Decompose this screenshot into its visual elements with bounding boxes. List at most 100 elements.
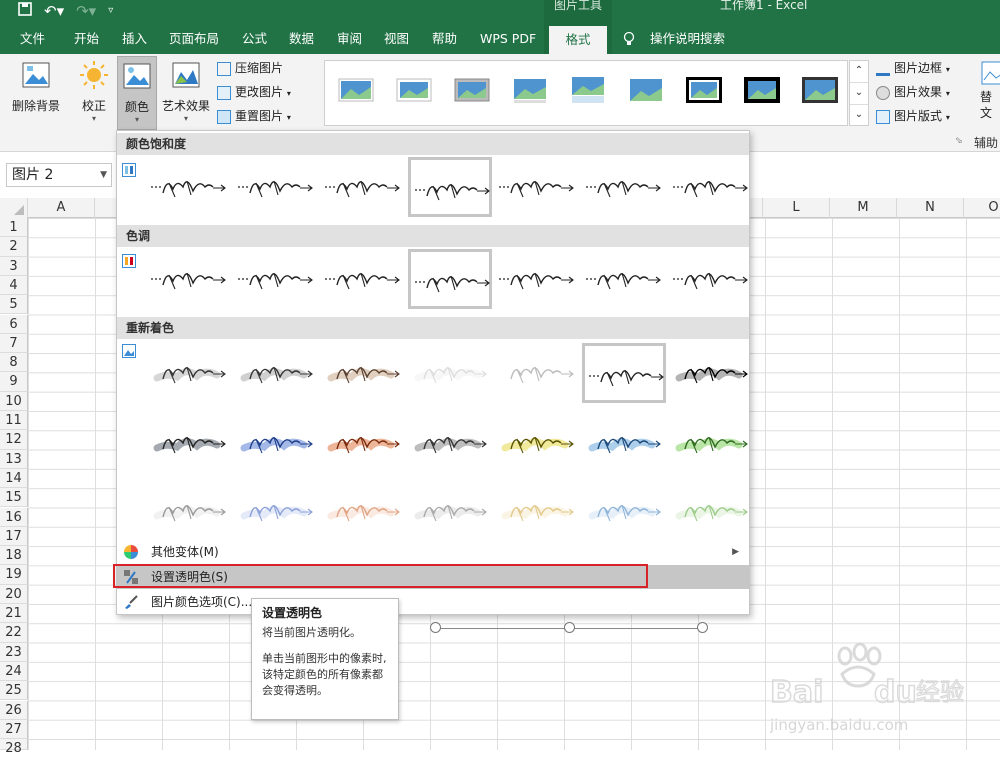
row-header[interactable]: 21: [0, 604, 28, 624]
row-header[interactable]: 27: [0, 719, 28, 740]
color-tone-option[interactable]: [147, 249, 231, 309]
compress-pictures-button[interactable]: 压缩图片: [217, 58, 283, 78]
picture-style-thumb[interactable]: [395, 75, 433, 105]
saturation-option[interactable]: [147, 157, 231, 217]
row-header[interactable]: 2: [0, 237, 28, 257]
row-header[interactable]: 18: [0, 546, 28, 566]
tab-insert[interactable]: 插入: [122, 24, 147, 54]
tab-page-layout[interactable]: 页面布局: [169, 24, 219, 54]
row-header[interactable]: 28: [0, 739, 28, 756]
name-box[interactable]: 图片 2 ▼: [6, 163, 112, 187]
resize-handle[interactable]: [564, 622, 575, 633]
row-header[interactable]: 10: [0, 391, 28, 411]
remove-background-button[interactable]: 删除背景: [6, 60, 66, 120]
save-icon[interactable]: [18, 2, 32, 20]
row-header[interactable]: 26: [0, 700, 28, 720]
saturation-option[interactable]: [408, 157, 492, 217]
saturation-option[interactable]: [234, 157, 318, 217]
tell-me-search[interactable]: 操作说明搜索: [650, 24, 725, 54]
gallery-scroll-up-icon[interactable]: ⌃: [850, 61, 868, 83]
recolor-option[interactable]: [669, 343, 753, 403]
color-tone-option[interactable]: [582, 249, 666, 309]
gallery-more-icon[interactable]: ⌄: [850, 105, 868, 127]
picture-style-thumb[interactable]: [511, 75, 549, 105]
row-header[interactable]: 13: [0, 449, 28, 469]
color-tone-option[interactable]: [321, 249, 405, 309]
row-header[interactable]: 25: [0, 681, 28, 701]
row-header[interactable]: 20: [0, 584, 28, 604]
row-header[interactable]: 15: [0, 488, 28, 508]
alt-text-button[interactable]: 替 文: [980, 60, 1000, 130]
picture-styles-gallery[interactable]: [324, 60, 848, 126]
picture-style-thumb[interactable]: [743, 75, 781, 105]
column-header-m[interactable]: M: [830, 198, 897, 218]
recolor-option[interactable]: [147, 413, 231, 473]
more-variations-item[interactable]: 其他变体(M) ▶: [117, 540, 749, 564]
dialog-launcher-icon[interactable]: ⬂: [955, 136, 963, 146]
recolor-option[interactable]: [669, 413, 753, 473]
tab-review[interactable]: 审阅: [337, 24, 362, 54]
recolor-option[interactable]: [234, 343, 318, 403]
recolor-option[interactable]: [408, 481, 492, 541]
tab-view[interactable]: 视图: [384, 24, 409, 54]
picture-color-options-item[interactable]: 图片颜色选项(C)...: [117, 590, 749, 614]
resize-handle[interactable]: [697, 622, 708, 633]
recolor-option[interactable]: [234, 481, 318, 541]
row-header[interactable]: 7: [0, 333, 28, 354]
picture-effects-button[interactable]: 图片效果 ▾: [876, 82, 950, 102]
row-header[interactable]: 22: [0, 623, 28, 643]
recolor-option[interactable]: [495, 413, 579, 473]
row-header[interactable]: 16: [0, 507, 28, 527]
color-tone-option[interactable]: [495, 249, 579, 309]
recolor-option[interactable]: [408, 413, 492, 473]
picture-style-thumb[interactable]: [569, 75, 607, 105]
tab-data[interactable]: 数据: [289, 24, 314, 54]
undo-icon[interactable]: ↶▾: [44, 2, 64, 20]
recolor-option[interactable]: [582, 481, 666, 541]
saturation-option[interactable]: [582, 157, 666, 217]
select-all-corner[interactable]: [0, 198, 28, 218]
recolor-option[interactable]: [321, 481, 405, 541]
row-header[interactable]: 24: [0, 661, 28, 682]
chevron-down-icon[interactable]: ▼: [100, 164, 107, 186]
row-header[interactable]: 19: [0, 565, 28, 585]
row-header[interactable]: 5: [0, 295, 28, 315]
redo-icon[interactable]: ↷▾: [76, 2, 96, 20]
tab-home[interactable]: 开始: [74, 24, 99, 54]
change-picture-button[interactable]: 更改图片 ▾: [217, 82, 291, 102]
tab-help[interactable]: 帮助: [432, 24, 457, 54]
column-header-o[interactable]: O: [964, 198, 1000, 218]
row-header[interactable]: 3: [0, 256, 28, 276]
recolor-option[interactable]: [582, 413, 666, 473]
recolor-option[interactable]: [582, 343, 666, 403]
picture-layout-button[interactable]: 图片版式 ▾: [876, 106, 950, 126]
column-header-n[interactable]: N: [897, 198, 964, 218]
tab-formulas[interactable]: 公式: [242, 24, 267, 54]
row-header[interactable]: 1: [0, 218, 28, 238]
row-header[interactable]: 17: [0, 526, 28, 547]
color-tone-option[interactable]: [408, 249, 492, 309]
row-header[interactable]: 12: [0, 430, 28, 450]
customize-qat-icon[interactable]: ▿: [108, 2, 113, 20]
saturation-option[interactable]: [495, 157, 579, 217]
recolor-option[interactable]: [495, 343, 579, 403]
recolor-option[interactable]: [321, 343, 405, 403]
row-header[interactable]: 9: [0, 372, 28, 392]
picture-style-thumb[interactable]: [337, 75, 375, 105]
recolor-option[interactable]: [147, 343, 231, 403]
reset-picture-button[interactable]: 重置图片 ▾: [217, 106, 291, 126]
saturation-option[interactable]: [321, 157, 405, 217]
recolor-option[interactable]: [147, 481, 231, 541]
color-button[interactable]: 颜色 ▾: [117, 56, 157, 130]
recolor-option[interactable]: [321, 413, 405, 473]
column-header-l[interactable]: L: [763, 198, 830, 218]
picture-style-thumb[interactable]: [685, 75, 723, 105]
resize-handle[interactable]: [430, 622, 441, 633]
gallery-scroll-down-icon[interactable]: ⌄: [850, 83, 868, 105]
recolor-option[interactable]: [408, 343, 492, 403]
corrections-button[interactable]: 校正 ▾: [72, 60, 116, 130]
picture-border-button[interactable]: 图片边框 ▾: [876, 58, 950, 78]
row-header[interactable]: 23: [0, 642, 28, 662]
artistic-effects-button[interactable]: 艺术效果 ▾: [160, 60, 212, 130]
color-tone-option[interactable]: [669, 249, 753, 309]
